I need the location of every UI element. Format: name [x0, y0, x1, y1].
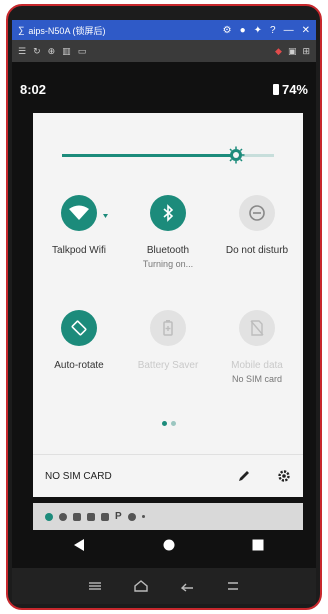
tile-label: Battery Saver — [137, 360, 199, 371]
battery-indicator: 74% — [272, 81, 308, 97]
brightness-thumb[interactable] — [227, 146, 245, 164]
window-title: aips-N50A (锁屏后) — [28, 25, 106, 36]
sim-status: NO SIM CARD — [45, 470, 112, 482]
quick-settings-footer: NO SIM CARD — [33, 454, 303, 497]
clock: 8:02 — [20, 81, 47, 97]
brightness-slider-fill — [62, 154, 236, 157]
app-notif-icon — [101, 512, 109, 521]
bluetooth-icon — [150, 195, 186, 231]
app-notif-icon — [73, 512, 81, 521]
page-indicator — [162, 421, 176, 426]
menu-key-icon[interactable] — [87, 581, 103, 591]
page-dot — [171, 421, 176, 426]
tile-label: Auto-rotate — [54, 360, 104, 371]
battery-saver-icon — [150, 310, 186, 346]
settings-gear-icon[interactable] — [277, 469, 291, 483]
quick-settings-panel — [33, 113, 303, 497]
tile-auto-rotate[interactable]: Auto-rotate — [34, 310, 124, 371]
edit-icon[interactable] — [237, 469, 251, 483]
status-notif-icon — [59, 512, 67, 521]
alert-icon[interactable]: ◆ — [275, 46, 282, 57]
status-bar: 8:02 74% — [20, 80, 308, 98]
app-notif-icon — [87, 512, 95, 521]
auto-rotate-icon — [61, 310, 97, 346]
zoom-icon[interactable]: ⊕ — [48, 46, 56, 57]
tile-mobile-data[interactable]: Mobile data No SIM card — [212, 310, 302, 384]
tile-do-not-disturb[interactable]: Do not disturb — [212, 195, 302, 256]
rotate-icon[interactable]: ↻ — [33, 46, 41, 57]
record-icon[interactable]: ● — [240, 25, 246, 36]
layout-icon[interactable]: ▣ — [288, 46, 297, 57]
back-key-icon[interactable] — [179, 580, 195, 592]
notification-icons: P — [33, 503, 303, 530]
grid-icon[interactable]: ⊞ — [302, 46, 310, 57]
tile-label: Bluetooth — [146, 245, 190, 256]
battery-percent: 74% — [281, 81, 308, 97]
signal-icon[interactable]: ▥ — [62, 46, 71, 57]
tile-battery-saver[interactable]: Battery Saver — [123, 310, 213, 371]
tile-wifi[interactable]: Talkpod Wifi — [34, 195, 124, 256]
tile-sublabel: No SIM card — [231, 374, 282, 384]
emulator-bottom-bar — [12, 568, 316, 604]
minimize-button[interactable]: — — [284, 25, 294, 36]
settings-icon[interactable]: ⚙ — [223, 25, 232, 36]
tile-label: Do not disturb — [225, 245, 289, 256]
emulator-toolbar: ☰ ↻ ⊕ ▥ ▭ ◆ ▣ ⊞ — [12, 40, 316, 62]
app-notif-icon — [127, 512, 136, 521]
menu-icon[interactable]: ☰ — [18, 46, 26, 57]
pin-icon[interactable]: ✦ — [254, 25, 262, 36]
p-notif-icon: P — [115, 511, 122, 522]
wifi-icon — [61, 195, 97, 231]
emulator-titlebar: ∑ aips-N50A (锁屏后) ⚙ ● ✦ ? — ✕ — [12, 20, 316, 40]
screenshot-icon[interactable]: ▭ — [78, 46, 87, 57]
do-not-disturb-icon — [239, 195, 275, 231]
tile-sublabel: Turning on... — [142, 259, 194, 269]
app-logo-icon: ∑ — [18, 25, 25, 35]
home-key-icon[interactable] — [133, 580, 149, 592]
tile-label: Talkpod Wifi — [52, 245, 106, 256]
wifi-notif-icon — [45, 512, 53, 521]
more-notif-icon — [141, 515, 145, 518]
tile-bluetooth[interactable]: Bluetooth Turning on... — [123, 195, 213, 269]
close-button[interactable]: ✕ — [302, 25, 310, 36]
help-icon[interactable]: ? — [270, 25, 276, 36]
wifi-dropdown-icon[interactable] — [103, 214, 108, 218]
tile-label: Mobile data — [231, 360, 283, 371]
home-icon[interactable] — [163, 539, 175, 551]
recents-icon[interactable] — [252, 539, 264, 551]
no-sim-icon — [239, 310, 275, 346]
back-icon[interactable] — [72, 538, 86, 552]
android-nav-bar — [33, 530, 303, 560]
page-dot-active — [162, 421, 167, 426]
battery-icon — [272, 83, 279, 95]
recents-key-icon[interactable] — [225, 580, 241, 592]
